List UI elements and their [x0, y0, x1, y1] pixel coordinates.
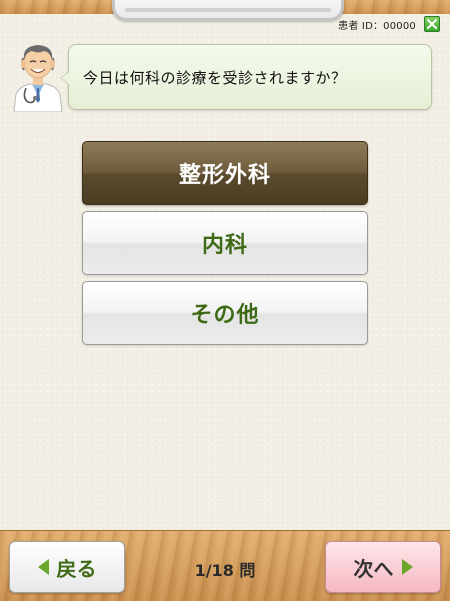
clipboard-clip-inner — [125, 8, 331, 12]
option-label: 内科 — [201, 233, 248, 258]
bubble-tail — [60, 71, 69, 85]
close-icon[interactable] — [424, 16, 440, 32]
question-text: 今日は何科の診療を受診されますか？ — [83, 69, 347, 87]
patient-id-label: 患者 ID：00000 — [338, 21, 416, 32]
triangle-right-icon — [401, 559, 413, 575]
option-internal-medicine[interactable]: 内科 — [82, 211, 368, 275]
option-label: 整形外科 — [178, 163, 271, 188]
option-orthopedics[interactable]: 整形外科 — [82, 141, 368, 205]
clipboard-clip — [112, 0, 344, 21]
option-other[interactable]: その他 — [82, 281, 368, 345]
question-bubble: 今日は何科の診療を受診されますか？ — [60, 44, 432, 110]
next-button-label: 次へ — [353, 556, 394, 581]
doctor-avatar-icon — [8, 38, 68, 113]
bottom-wood-bar: 戻る 1/18 問 次へ — [0, 530, 450, 601]
option-label: その他 — [190, 303, 260, 328]
next-button[interactable]: 次へ — [325, 541, 441, 593]
